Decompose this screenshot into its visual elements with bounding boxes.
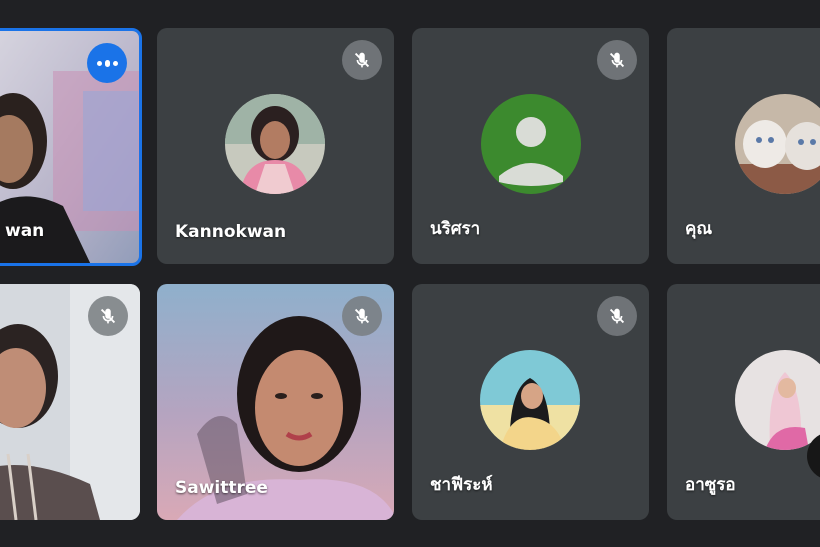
participant-tile-sawittree[interactable]: Sawittree <box>157 284 394 520</box>
participant-tile-4[interactable] <box>0 284 140 520</box>
mic-off-icon <box>597 296 637 336</box>
speaking-indicator-icon <box>87 43 127 83</box>
participant-tile-kannokwan[interactable]: Kannokwan <box>157 28 394 264</box>
participant-avatar <box>735 94 820 194</box>
mic-off-icon <box>342 40 382 80</box>
participant-tile-3[interactable]: คุณ <box>667 28 820 264</box>
participant-name: คุณ <box>685 219 713 239</box>
participant-tile-7[interactable]: อาซูรอ อี <box>667 284 820 520</box>
participant-avatar <box>480 350 580 450</box>
participant-name: Kannokwan <box>175 222 287 242</box>
participant-name: ชาฟีระห์ <box>430 475 493 495</box>
participant-avatar <box>735 350 820 450</box>
participant-name: wan <box>5 221 45 241</box>
participant-avatar <box>225 94 325 194</box>
participant-tile-2[interactable]: นริศรา <box>412 28 649 264</box>
mic-off-icon <box>342 296 382 336</box>
default-person-icon <box>481 94 581 194</box>
meeting-grid: wan Kannokwan นริศรา คุณ Sawittree ชาฟีร… <box>0 0 820 547</box>
mic-off-icon <box>597 40 637 80</box>
participant-name: Sawittree <box>175 478 268 498</box>
participant-tile-wan[interactable]: wan <box>0 28 142 266</box>
participant-name: นริศรา <box>430 219 481 239</box>
participant-tile-6[interactable]: ชาฟีระห์ <box>412 284 649 520</box>
mic-off-icon <box>88 296 128 336</box>
participant-name: อาซูรอ <box>685 475 736 495</box>
